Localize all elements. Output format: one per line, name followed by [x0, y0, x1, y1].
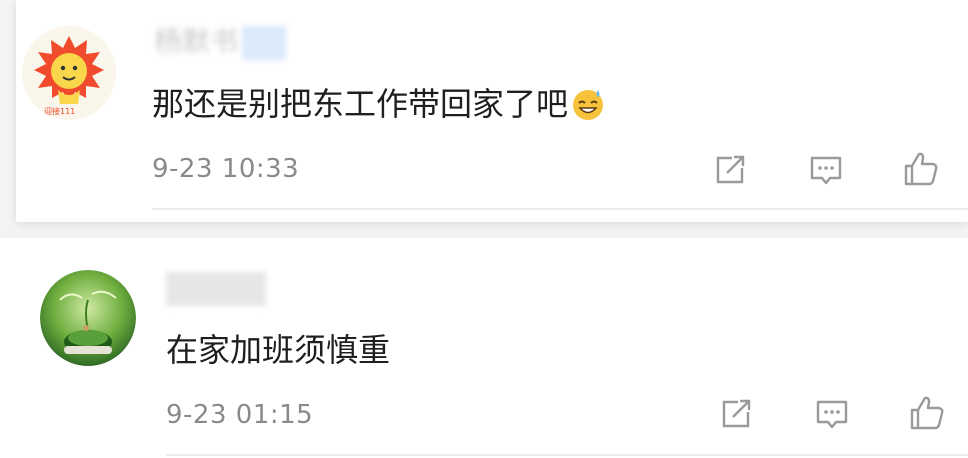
share-button[interactable] [716, 394, 756, 434]
username-mask [166, 272, 266, 306]
username-text: 杨默书 [154, 25, 239, 58]
plant-icon [40, 270, 136, 366]
avatar[interactable] [40, 270, 136, 366]
comment-body: 在家加班须慎重 [166, 331, 391, 369]
grin-sweat-emoji-icon [573, 90, 604, 120]
timestamp: 9-23 01:15 [166, 400, 314, 430]
timestamp: 9-23 10:33 [152, 154, 300, 184]
lion-icon: 迎接111 [22, 26, 116, 120]
username[interactable] [166, 268, 266, 308]
comment-text: 在家加班须慎重 [166, 328, 390, 372]
share-icon [716, 155, 745, 184]
like-button[interactable] [900, 148, 940, 188]
share-icon [722, 399, 751, 428]
comments-panel: 迎接111 杨默书 那还是别把东工作带回家了吧 9-23 10:33 在家加班须… [0, 0, 968, 458]
comment-item: 迎接111 杨默书 那还是别把东工作带回家了吧 9-23 10:33 [16, 0, 968, 222]
comment-icon [810, 156, 842, 185]
avatar[interactable]: 迎接111 [22, 26, 116, 120]
comment-text: 那还是别把东工作带回家了吧 [152, 82, 606, 126]
like-button[interactable] [906, 392, 946, 432]
thumbs-up-icon [910, 396, 944, 430]
comment-icon [816, 400, 848, 429]
comment-body: 那还是别把东工作带回家了吧 [152, 85, 569, 123]
username[interactable]: 杨默书 [154, 22, 287, 62]
comment-item: 在家加班须慎重 9-23 01:15 [0, 238, 968, 458]
reply-button[interactable] [806, 150, 846, 190]
username-mask [242, 26, 287, 60]
share-button[interactable] [710, 150, 750, 190]
svg-text:迎接111: 迎接111 [44, 106, 75, 116]
divider [166, 454, 968, 456]
thumbs-up-icon [904, 152, 938, 186]
divider [152, 208, 968, 210]
reply-button[interactable] [812, 394, 852, 434]
